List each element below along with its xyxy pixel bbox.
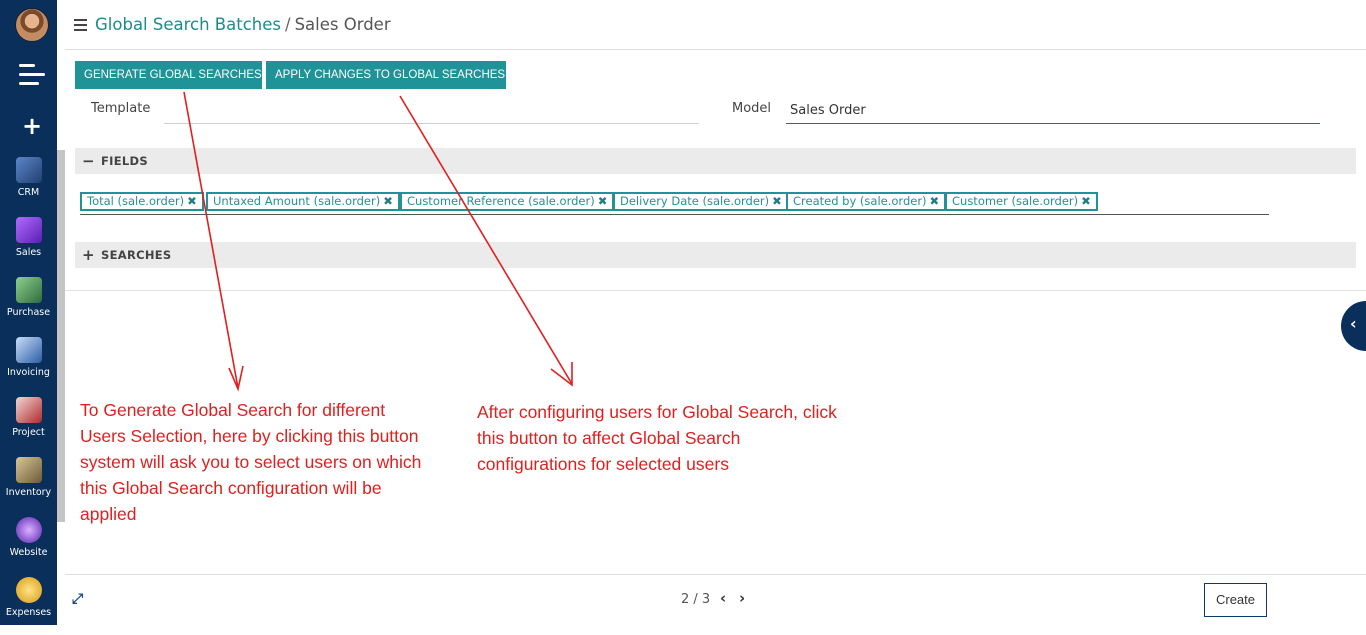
create-button[interactable]: Create [1204, 583, 1267, 617]
footer-bar: ⤢ 2 / 3 ‹ › Create [65, 574, 1366, 625]
annotation-right: After configuring users for Global Searc… [477, 402, 837, 474]
arrow-line-right [399, 95, 573, 385]
chevron-left-icon: ‹ [1350, 314, 1357, 333]
expand-icon[interactable]: ⤢ [72, 591, 83, 607]
annotation-left: To Generate Global Search for different … [80, 400, 422, 524]
arrow-line-left [183, 91, 239, 389]
pager-next-icon[interactable]: › [739, 589, 745, 607]
pager-previous-icon[interactable]: ‹ [720, 589, 726, 607]
annotation-arrows [183, 91, 573, 392]
pager-value: 2 / 3 [681, 592, 711, 607]
